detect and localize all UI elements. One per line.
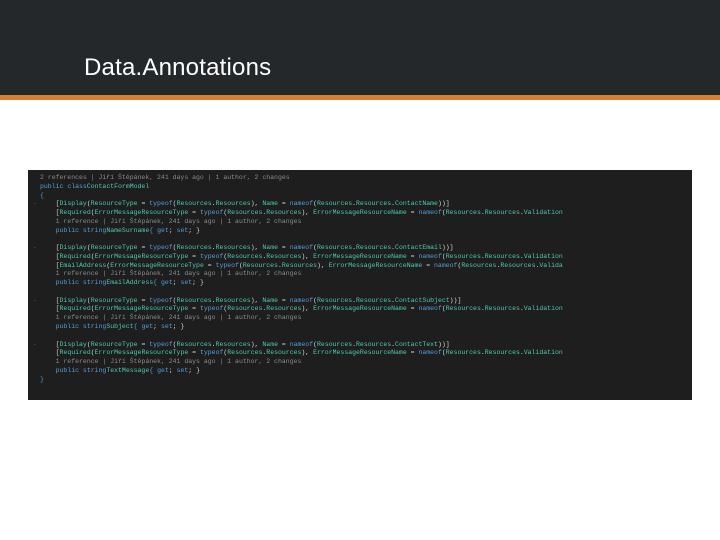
code-block: 2 references | Jiří Štěpánek, 241 days a…	[28, 170, 692, 400]
slide-title: Data.Annotations	[84, 54, 271, 82]
accent-bar	[0, 95, 720, 100]
slide: Data.Annotations 2 references | Jiří Ště…	[0, 0, 720, 540]
